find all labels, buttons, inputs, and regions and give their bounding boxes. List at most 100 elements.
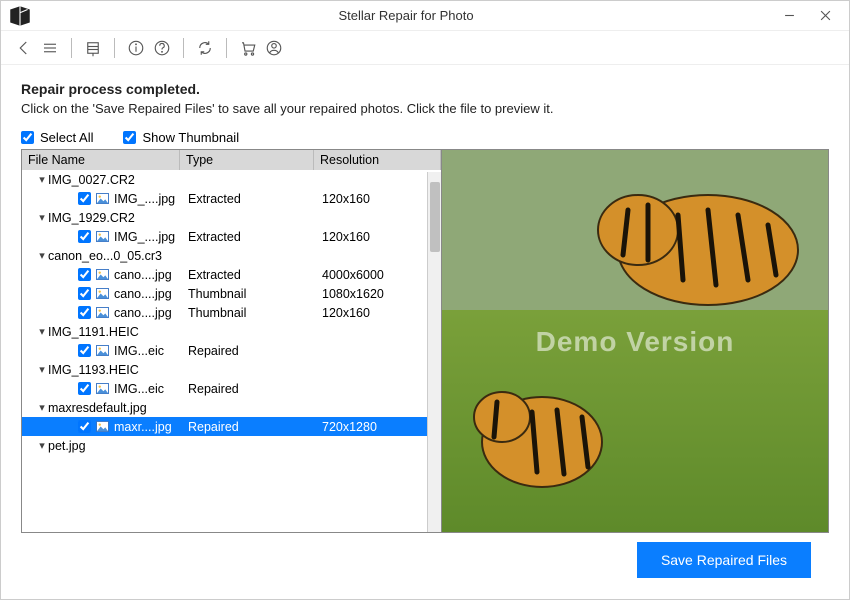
select-all-input[interactable]	[21, 131, 34, 144]
tree-parent-row[interactable]: ▾IMG_1193.HEIC	[22, 360, 441, 379]
file-checkbox[interactable]	[78, 287, 91, 300]
cell-type: Repaired	[184, 382, 318, 396]
cell-filename: cano....jpg	[26, 287, 184, 301]
col-resolution[interactable]: Resolution	[314, 150, 441, 170]
cell-resolution: 120x160	[318, 192, 441, 206]
show-thumbnail-checkbox[interactable]: Show Thumbnail	[123, 130, 239, 145]
titlebar: Stellar Repair for Photo	[1, 1, 849, 31]
file-name: IMG_1193.HEIC	[48, 363, 139, 377]
col-type[interactable]: Type	[180, 150, 314, 170]
file-checkbox[interactable]	[78, 192, 91, 205]
file-checkbox[interactable]	[78, 382, 91, 395]
cell-filename: ▾IMG_1929.CR2	[26, 211, 184, 225]
cell-filename: ▾maxresdefault.jpg	[26, 401, 184, 415]
tree-child-row[interactable]: maxr....jpg Repaired720x1280	[22, 417, 441, 436]
file-name: IMG_....jpg	[114, 192, 175, 206]
list-icon[interactable]	[80, 35, 106, 61]
save-repaired-files-button[interactable]: Save Repaired Files	[637, 542, 811, 578]
cell-resolution: 4000x6000	[318, 268, 441, 282]
app-window: Stellar Repair for Photo Repair process …	[0, 0, 850, 600]
expand-chevron-icon[interactable]: ▾	[36, 173, 48, 186]
cell-filename: IMG_....jpg	[26, 230, 184, 244]
tree-scrollbar[interactable]	[427, 172, 441, 532]
cell-filename: IMG...eic	[26, 344, 184, 358]
tree-child-row[interactable]: cano....jpg Thumbnail120x160	[22, 303, 441, 322]
expand-chevron-icon[interactable]: ▾	[36, 439, 48, 452]
show-thumbnail-label: Show Thumbnail	[142, 130, 239, 145]
user-icon[interactable]	[261, 35, 287, 61]
window-title: Stellar Repair for Photo	[41, 8, 771, 23]
cell-resolution: 120x160	[318, 306, 441, 320]
separator	[226, 38, 227, 58]
file-name: IMG_1929.CR2	[48, 211, 135, 225]
cell-filename: cano....jpg	[26, 268, 184, 282]
expand-chevron-icon[interactable]: ▾	[36, 363, 48, 376]
cell-filename: ▾canon_eo...0_05.cr3	[26, 249, 184, 263]
tree-child-row[interactable]: IMG...eicRepaired	[22, 341, 441, 360]
cell-filename: ▾IMG_1193.HEIC	[26, 363, 184, 377]
preview-tiger-small	[462, 362, 622, 502]
expand-chevron-icon[interactable]: ▾	[36, 325, 48, 338]
image-file-icon	[95, 344, 110, 357]
tree-header: File Name Type Resolution	[22, 150, 441, 170]
toolbar	[1, 31, 849, 65]
footer: Save Repaired Files	[21, 533, 829, 587]
file-checkbox[interactable]	[78, 344, 91, 357]
cell-type: Thumbnail	[184, 287, 318, 301]
separator	[114, 38, 115, 58]
close-button[interactable]	[807, 4, 843, 28]
tree-child-row[interactable]: cano....jpgThumbnail1080x1620	[22, 284, 441, 303]
file-name: IMG_0027.CR2	[48, 173, 135, 187]
file-name: maxr....jpg	[114, 420, 172, 434]
file-name: IMG_....jpg	[114, 230, 175, 244]
cell-filename: ▾IMG_0027.CR2	[26, 173, 184, 187]
preview-panel: Demo Version	[442, 150, 828, 532]
expand-chevron-icon[interactable]: ▾	[36, 211, 48, 224]
expand-chevron-icon[interactable]: ▾	[36, 249, 48, 262]
split-pane: File Name Type Resolution ▾IMG_0027.CR2I…	[21, 149, 829, 533]
tree-child-row[interactable]: IMG_....jpgExtracted120x160	[22, 227, 441, 246]
info-icon[interactable]	[123, 35, 149, 61]
file-checkbox[interactable]	[78, 230, 91, 243]
tree-parent-row[interactable]: ▾IMG_1929.CR2	[22, 208, 441, 227]
file-checkbox[interactable]	[78, 268, 91, 281]
image-file-icon	[95, 306, 110, 319]
select-all-checkbox[interactable]: Select All	[21, 130, 93, 145]
tree-child-row[interactable]: IMG...eicRepaired	[22, 379, 441, 398]
status-heading: Repair process completed.	[21, 81, 829, 97]
cell-resolution: 1080x1620	[318, 287, 441, 301]
file-checkbox[interactable]	[78, 306, 91, 319]
image-file-icon	[95, 287, 110, 300]
cell-type: Thumbnail	[184, 306, 318, 320]
demo-watermark: Demo Version	[442, 326, 828, 358]
scroll-thumb[interactable]	[430, 182, 440, 252]
image-file-icon	[95, 230, 110, 243]
cell-resolution: 720x1280	[318, 420, 441, 434]
tree-parent-row[interactable]: ▾maxresdefault.jpg	[22, 398, 441, 417]
minimize-button[interactable]	[771, 4, 807, 28]
tree-parent-row[interactable]: ▾IMG_1191.HEIC	[22, 322, 441, 341]
file-checkbox[interactable]	[78, 420, 91, 433]
cell-filename: IMG...eic	[26, 382, 184, 396]
app-logo-icon	[7, 3, 33, 29]
cell-filename: ▾pet.jpg	[26, 439, 184, 453]
cell-type: Repaired	[184, 420, 318, 434]
cell-type: Repaired	[184, 344, 318, 358]
tree-parent-row[interactable]: ▾pet.jpg	[22, 436, 441, 455]
refresh-icon[interactable]	[192, 35, 218, 61]
menu-icon[interactable]	[37, 35, 63, 61]
tree-child-row[interactable]: IMG_....jpgExtracted120x160	[22, 189, 441, 208]
file-name: canon_eo...0_05.cr3	[48, 249, 162, 263]
help-icon[interactable]	[149, 35, 175, 61]
tree-parent-row[interactable]: ▾IMG_0027.CR2	[22, 170, 441, 189]
file-name: maxresdefault.jpg	[48, 401, 147, 415]
tree-body[interactable]: ▾IMG_0027.CR2IMG_....jpgExtracted120x160…	[22, 170, 441, 532]
show-thumbnail-input[interactable]	[123, 131, 136, 144]
tree-parent-row[interactable]: ▾canon_eo...0_05.cr3	[22, 246, 441, 265]
file-name: cano....jpg	[114, 306, 172, 320]
col-filename[interactable]: File Name	[22, 150, 180, 170]
back-icon[interactable]	[11, 35, 37, 61]
cart-icon[interactable]	[235, 35, 261, 61]
expand-chevron-icon[interactable]: ▾	[36, 401, 48, 414]
tree-child-row[interactable]: cano....jpgExtracted4000x6000	[22, 265, 441, 284]
